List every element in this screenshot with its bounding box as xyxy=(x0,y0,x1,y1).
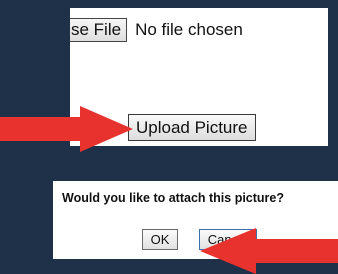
confirm-message: Would you like to attach this picture? xyxy=(62,191,285,205)
file-status-text: No file chosen xyxy=(135,20,243,39)
arrow-left-icon xyxy=(200,228,338,274)
file-input-row: se File No file chosen xyxy=(70,17,243,43)
ok-button[interactable]: OK xyxy=(142,229,178,250)
choose-file-button[interactable]: se File xyxy=(70,18,128,42)
upload-picture-button[interactable]: Upload Picture xyxy=(128,114,256,141)
arrow-right-icon xyxy=(0,106,133,152)
